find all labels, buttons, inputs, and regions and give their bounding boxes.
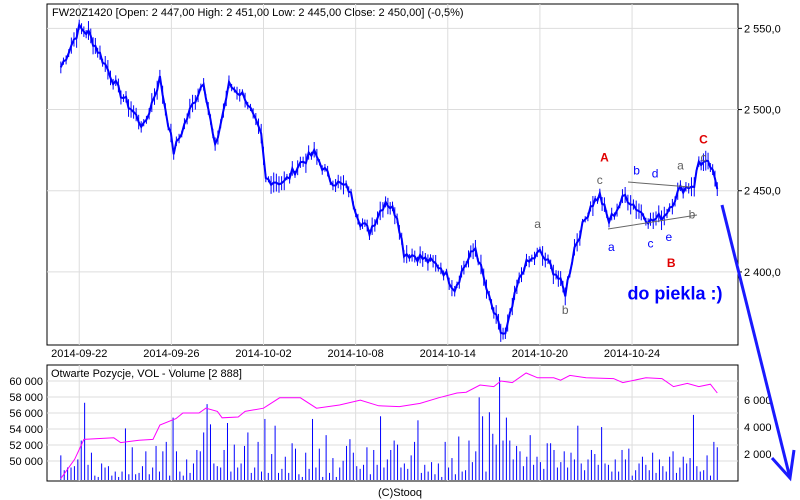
y-tick-label: 2 500,0 (744, 105, 781, 117)
x-tick-label: 2014-10-02 (235, 348, 291, 360)
left-y-tick-label: 54 000 (9, 424, 43, 436)
wave-label: c (700, 151, 706, 165)
left-y-tick-label: 56 000 (9, 408, 43, 420)
wave-label: a (608, 240, 615, 254)
left-y-tick-label: 60 000 (9, 376, 43, 388)
annotation-caption: do piekla :) (627, 284, 722, 304)
price-chart-title: FW20Z1420 [Open: 2 447,00 High: 2 451,00… (52, 7, 464, 19)
x-tick-label: 2014-10-20 (512, 348, 568, 360)
wave-label: B (667, 256, 676, 270)
y-tick-label: 2 450,0 (744, 186, 781, 198)
chart-canvas: ABCcabacbab dc edo piekla :) 2 400,02 450,… (9, 3, 796, 499)
x-tick-label: 2014-10-14 (420, 348, 476, 360)
x-tick-label: 2014-09-26 (143, 348, 199, 360)
wave-label: A (600, 151, 609, 165)
right-y-tick-label: 4 000 (744, 422, 772, 434)
wave-label: a (677, 159, 684, 173)
wave-label: a (534, 217, 541, 231)
wave-label: e (666, 230, 673, 244)
x-tick-label: 2014-09-22 (51, 348, 107, 360)
right-y-tick-label: 6 000 (744, 395, 772, 407)
wave-label: b (633, 164, 640, 178)
left-y-tick-label: 50 000 (9, 456, 43, 468)
right-y-tick-label: 2 000 (744, 449, 772, 461)
stooq-chart: A B Cc a b a c b a b d c e do piekla :) 2 400,0 2 450,… (0, 0, 800, 500)
volume-chart-title: Otwarte Pozycje, VOL - Volume [2 888] (51, 368, 242, 380)
x-tick-label: 2014-10-24 (604, 348, 660, 360)
wave-label: c (597, 173, 603, 187)
wave-label: b (689, 207, 696, 221)
volume-plot-frame (46, 364, 739, 482)
wave-label: c (647, 237, 653, 251)
wave-label: d (652, 167, 659, 181)
footer-copyright: (C)Stooq (378, 487, 422, 499)
y-tick-label: 2 550,0 (744, 23, 781, 35)
wave-label: C (699, 133, 708, 147)
left-y-tick-label: 58 000 (9, 392, 43, 404)
y-tick-label: 2 400,0 (744, 267, 781, 279)
x-tick-label: 2014-10-08 (328, 348, 384, 360)
left-y-tick-label: 52 000 (9, 440, 43, 452)
wave-label: b (562, 303, 569, 317)
